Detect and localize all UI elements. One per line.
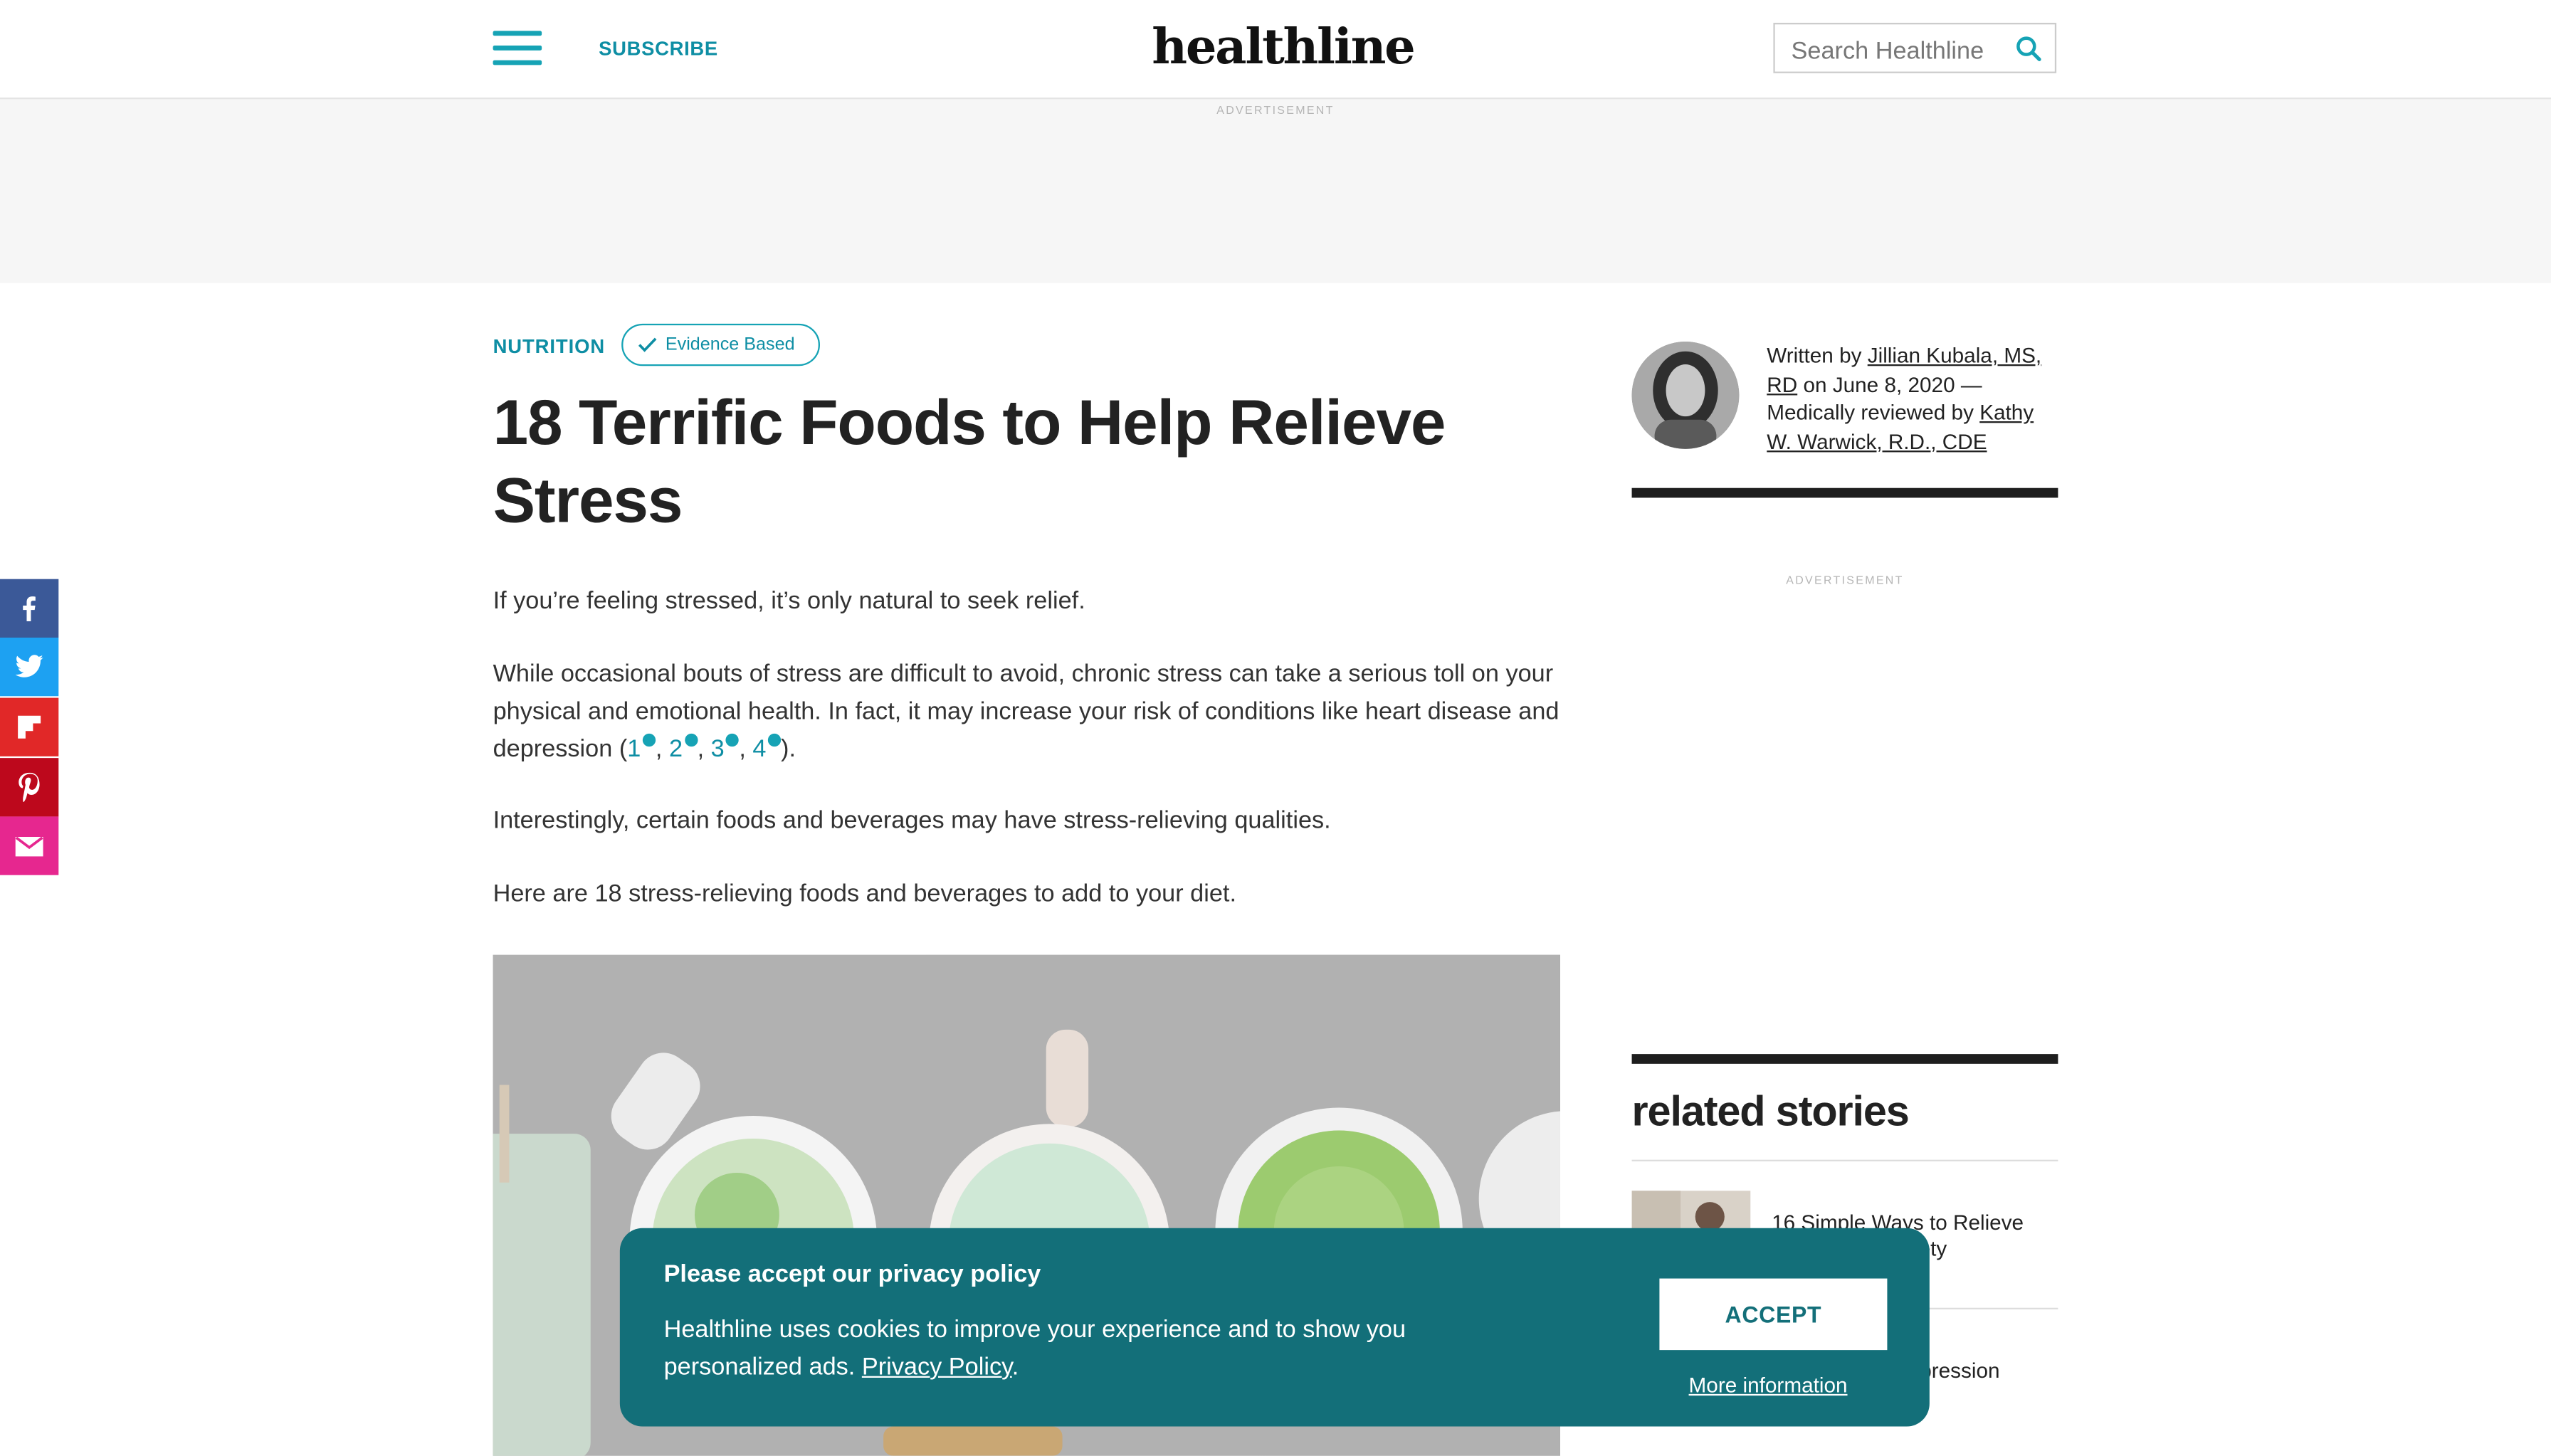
article-title: 18 Terrific Foods to Help Relieve Stress — [493, 389, 1446, 537]
facebook-share-button[interactable] — [0, 579, 59, 638]
search-icon[interactable] — [2016, 36, 2042, 62]
related-stories-heading: related stories — [1631, 1086, 1910, 1136]
body-paragraph-3: Here are 18 stress-relieving foods and b… — [493, 880, 1236, 908]
subscribe-link[interactable]: SUBSCRIBE — [599, 38, 718, 60]
citation-link[interactable]: 4 — [752, 733, 782, 763]
top-ad-banner: ADVERTISEMENT — [0, 99, 2551, 283]
privacy-banner-text: Healthline uses cookies to improve your … — [663, 1316, 1406, 1381]
email-icon — [15, 835, 43, 856]
evidence-badge-label: Evidence Based — [665, 334, 795, 355]
divider — [1631, 1159, 2058, 1161]
search-box[interactable] — [1773, 22, 2057, 73]
pinterest-share-button[interactable] — [0, 758, 59, 817]
citation-link[interactable]: 2 — [669, 733, 698, 763]
verified-icon — [767, 733, 782, 747]
flipboard-icon — [18, 715, 41, 739]
byline-divider — [1631, 487, 2058, 498]
page: SUBSCRIBE healthline ADVERTISEMENT — [0, 0, 2551, 1456]
twitter-icon — [15, 655, 43, 677]
site-header: SUBSCRIBE healthline — [0, 0, 2551, 100]
category-link[interactable]: NUTRITION — [493, 335, 606, 358]
evidence-based-badge[interactable]: Evidence Based — [621, 323, 820, 366]
privacy-policy-link[interactable]: Privacy Policy — [862, 1354, 1012, 1381]
healthline-logo[interactable]: healthline — [1152, 19, 1415, 76]
flipboard-share-button[interactable] — [0, 697, 59, 756]
privacy-banner: Please accept our privacy policy Healthl… — [619, 1228, 1930, 1427]
check-icon — [638, 337, 657, 352]
verified-icon — [726, 733, 740, 747]
citation-link[interactable]: 3 — [711, 733, 740, 763]
side-ad-label: ADVERTISEMENT — [1786, 576, 1904, 588]
facebook-icon — [23, 596, 36, 622]
verified-icon — [642, 733, 656, 747]
privacy-banner-title: Please accept our privacy policy — [663, 1260, 1041, 1289]
menu-icon[interactable] — [493, 31, 542, 66]
verified-icon — [684, 733, 698, 747]
body-paragraph-1: While occasional bouts of stress are dif… — [493, 660, 1559, 763]
email-share-button[interactable] — [0, 816, 59, 875]
author-avatar[interactable] — [1631, 341, 1740, 449]
twitter-share-button[interactable] — [0, 637, 59, 697]
citation-link[interactable]: 1 — [627, 733, 656, 763]
more-information-link[interactable]: More information — [1689, 1373, 1848, 1397]
ad-label: ADVERTISEMENT — [1216, 105, 1335, 117]
search-input[interactable] — [1787, 32, 2006, 68]
related-divider — [1631, 1054, 2058, 1064]
body-paragraph-2: Interestingly, certain foods and beverag… — [493, 806, 1331, 835]
pinterest-icon — [19, 772, 40, 802]
byline: Written by Jillian Kubala, MS, RD on Jun… — [1767, 343, 2042, 453]
intro-paragraph: If you’re feeling stressed, it’s only na… — [493, 587, 1085, 615]
accept-button[interactable]: ACCEPT — [1659, 1278, 1888, 1351]
